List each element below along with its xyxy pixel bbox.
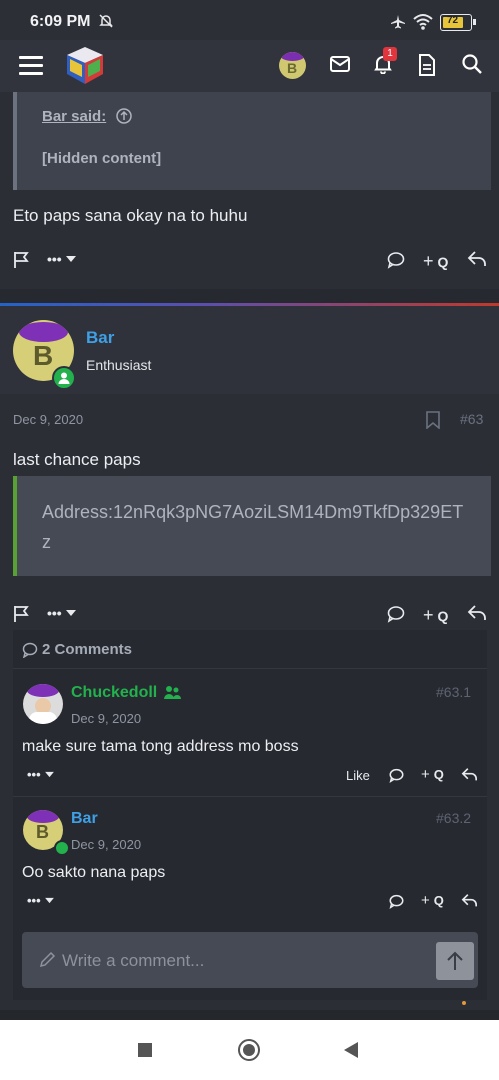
document-icon[interactable]: [418, 54, 436, 76]
avatar-letter: B: [287, 60, 298, 76]
like-button[interactable]: Like: [346, 768, 370, 783]
more-label: •••: [27, 893, 41, 908]
airplane-icon: [389, 13, 407, 31]
user-group-icon: [163, 684, 181, 702]
comment-date[interactable]: Dec 9, 2020: [71, 711, 141, 726]
comment-avatar-letter: B: [36, 822, 49, 842]
envelope-icon[interactable]: [330, 56, 350, 72]
post-user-title: Enthusiast: [86, 357, 152, 373]
comments-divider: [13, 668, 487, 669]
system-nav-bar: [0, 1020, 499, 1080]
post-number[interactable]: #63: [460, 411, 483, 427]
page-bottom: [0, 1010, 499, 1020]
comment-reply-bubble-icon[interactable]: [389, 894, 404, 909]
caret-down-icon: [44, 897, 54, 904]
online-dot-icon: [54, 840, 70, 856]
comment-more-button[interactable]: •••: [27, 767, 54, 782]
more-menu-button[interactable]: •••: [47, 251, 76, 267]
post-actions-row: ••• + Q: [0, 246, 499, 276]
arrow-up-icon: [447, 951, 463, 970]
reply-icon[interactable]: [467, 250, 487, 268]
comment-quote-button[interactable]: + Q: [421, 892, 444, 909]
report-flag-icon[interactable]: [12, 604, 32, 624]
more-menu-button[interactable]: •••: [47, 605, 76, 621]
quote-label: Q: [437, 607, 449, 624]
home-circle-icon[interactable]: [238, 1039, 260, 1061]
comment-text: Oo sakto nana paps: [22, 864, 166, 881]
reply-icon[interactable]: [467, 604, 487, 622]
comment-more-button[interactable]: •••: [27, 893, 54, 908]
write-comment-placeholder: Write a comment...: [62, 951, 205, 970]
code-text: Address:12nRqk3pNG7AoziLSM14Dm9TkfDp329E…: [42, 502, 464, 552]
app-header: B 1: [0, 40, 499, 92]
notification-badge: 1: [383, 47, 397, 61]
send-comment-button[interactable]: [436, 942, 474, 980]
comment-author-name[interactable]: Bar: [71, 810, 98, 828]
bell-muted-icon: [98, 13, 114, 29]
quote-block: [13, 92, 491, 190]
comment-quote-button[interactable]: + Q: [421, 766, 444, 783]
comment-actions-row: ••• Like + Q: [0, 765, 499, 787]
caret-down-icon: [65, 610, 76, 616]
post-actions-row-2: ••• + Q: [0, 600, 499, 630]
recents-square-icon[interactable]: [138, 1043, 152, 1057]
comment-divider: [13, 796, 487, 797]
status-time: 6:09 PM: [30, 13, 91, 30]
comment-number[interactable]: #63.2: [436, 810, 471, 826]
comment-icon[interactable]: [387, 251, 405, 269]
arrow-up-circle-icon[interactable]: [116, 108, 132, 124]
comment-author-name[interactable]: Chuckedoll: [71, 684, 157, 702]
comments-bubble-icon: [22, 642, 38, 658]
comment-icon[interactable]: [387, 605, 405, 623]
post-avatar-letter: B: [33, 340, 54, 371]
prev-post-text: Eto paps sana okay na to huhu: [13, 206, 248, 225]
comment-reply-icon[interactable]: [461, 767, 478, 782]
back-triangle-icon[interactable]: [343, 1041, 359, 1059]
report-flag-icon[interactable]: [12, 250, 32, 270]
quote-label: Q: [433, 767, 444, 782]
caret-down-icon: [65, 256, 76, 262]
quote-author-link[interactable]: Bar said:: [42, 108, 106, 125]
bookmark-icon[interactable]: [426, 411, 440, 429]
online-status-icon: [52, 366, 76, 390]
comment-reply-bubble-icon[interactable]: [389, 768, 404, 783]
search-icon[interactable]: [462, 54, 482, 74]
more-label: •••: [47, 605, 62, 621]
more-label: •••: [27, 767, 41, 782]
multi-quote-button[interactable]: + Q: [423, 605, 448, 626]
comment-text: make sure tama tong address mo boss: [22, 738, 299, 755]
quote-label: Q: [433, 893, 444, 908]
post-text: last chance paps: [13, 450, 141, 469]
hidden-content: [Hidden content]: [42, 150, 162, 167]
comment-avatar-chuckedoll[interactable]: [23, 684, 63, 724]
user-avatar[interactable]: B: [279, 52, 306, 79]
comment-number[interactable]: #63.1: [436, 684, 471, 700]
quote-label: Q: [437, 253, 449, 270]
wifi-icon: [413, 13, 433, 31]
more-label: •••: [47, 251, 62, 267]
battery-icon: 72: [440, 14, 476, 31]
multi-quote-button[interactable]: + Q: [423, 251, 448, 272]
post-separator: [0, 289, 499, 303]
comment-reply-icon[interactable]: [461, 893, 478, 908]
comment-date[interactable]: Dec 9, 2020: [71, 837, 141, 852]
post-date[interactable]: Dec 9, 2020: [13, 412, 83, 427]
hamburger-icon[interactable]: [19, 54, 43, 76]
comments-header[interactable]: 2 Comments: [42, 641, 132, 658]
caret-down-icon: [44, 771, 54, 778]
site-logo[interactable]: [64, 44, 106, 86]
post-author-name[interactable]: Bar: [86, 328, 114, 348]
battery-level: 72: [447, 15, 459, 26]
comment-actions-row: ••• + Q: [0, 891, 499, 913]
loading-dot: [462, 1001, 466, 1005]
pencil-icon: [38, 951, 56, 969]
